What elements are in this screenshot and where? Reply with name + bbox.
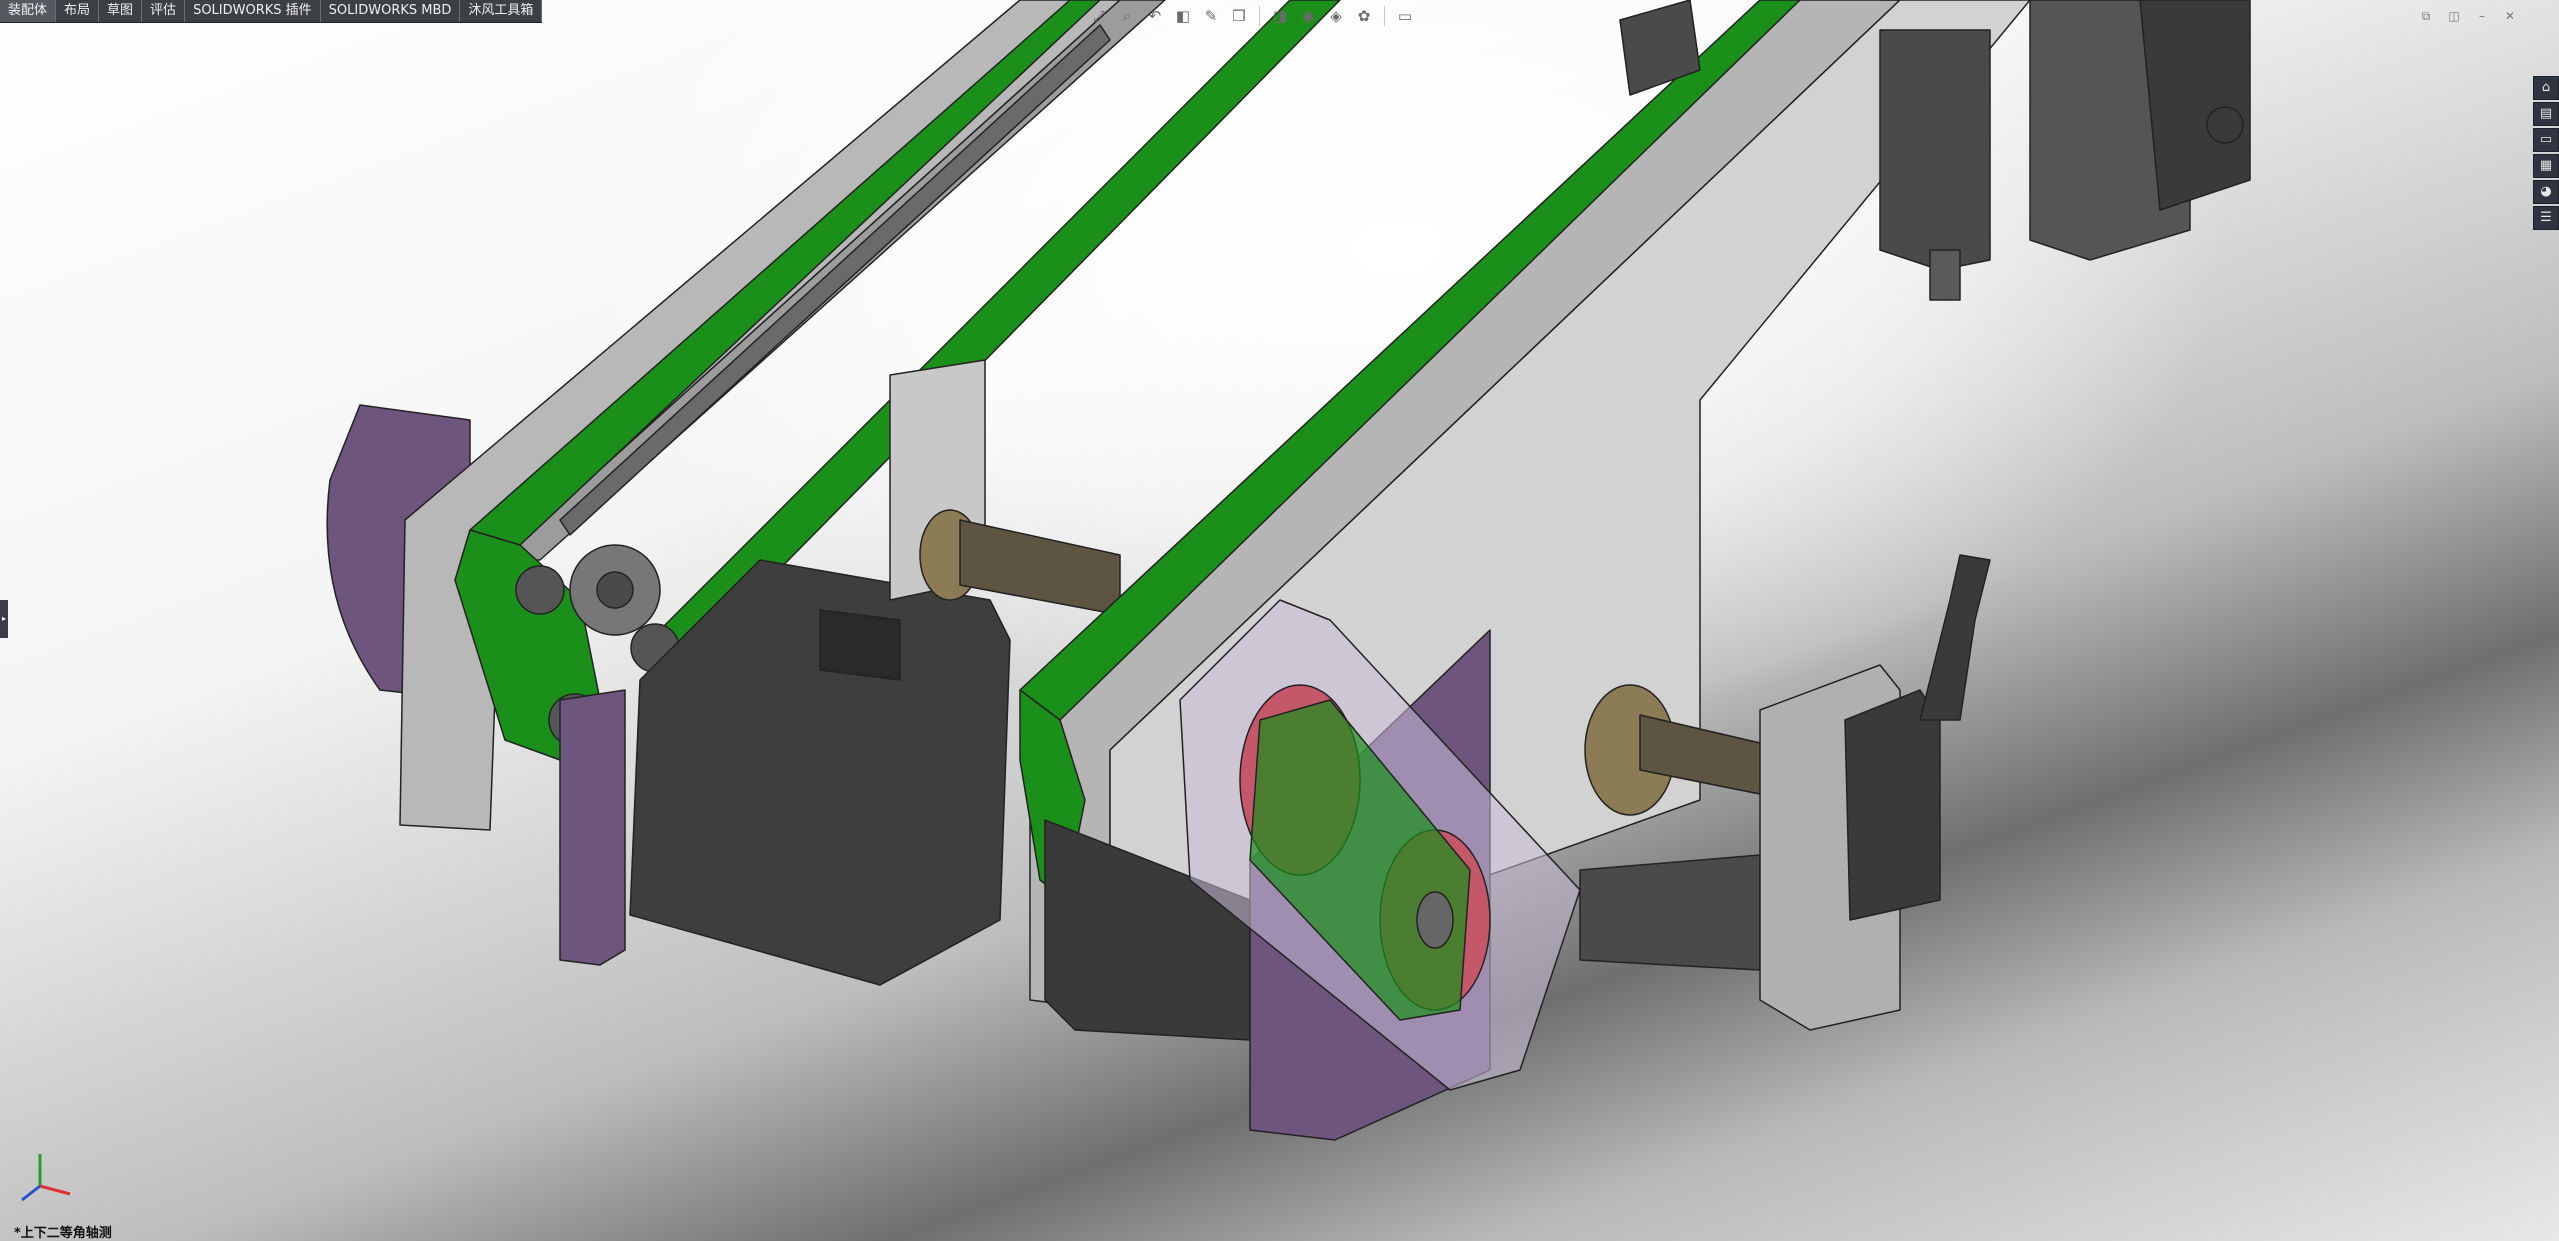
left-belt-upper[interactable] <box>469 0 1101 546</box>
tab-assembly[interactable]: 装配体 <box>0 0 57 22</box>
zoom-area-icon[interactable]: ⌕ <box>1116 5 1138 27</box>
tab-sketch[interactable]: 草图 <box>99 0 143 22</box>
close-icon[interactable]: ✕ <box>2501 8 2519 24</box>
motor-connector <box>819 609 901 681</box>
display-style-icon[interactable]: ◨ <box>1269 5 1291 27</box>
design-library-icon[interactable]: ▤ <box>2533 102 2559 126</box>
appearances-icon[interactable]: ◕ <box>2533 180 2559 204</box>
minimize-icon[interactable]: – <box>2473 8 2491 24</box>
view-palette-icon[interactable]: ▦ <box>2533 154 2559 178</box>
pneumatic-cylinder[interactable] <box>1879 29 1991 271</box>
current-view-label: *上下二等角轴测 <box>14 1226 112 1241</box>
pulley-bore <box>1416 891 1454 949</box>
dynamic-annotation-icon[interactable]: ✎ <box>1200 5 1222 27</box>
view-orientation-icon[interactable]: ❒ <box>1228 5 1250 27</box>
tab-mbd[interactable]: SOLIDWORKS MBD <box>321 0 461 22</box>
custom-properties-icon[interactable]: ☰ <box>2533 206 2559 230</box>
command-manager-tabs: 装配体 布局 草图 评估 SOLIDWORKS 插件 SOLIDWORKS MB… <box>0 0 543 23</box>
section-view-icon[interactable]: ◧ <box>1172 5 1194 27</box>
linear-guide[interactable] <box>1579 854 1761 971</box>
edit-appearance-icon[interactable]: ◈ <box>1325 5 1347 27</box>
z-axis <box>21 1184 41 1202</box>
cylinder-rod <box>1929 249 1961 301</box>
fitting <box>2206 106 2244 144</box>
toolbar-separator <box>1384 6 1385 26</box>
left-bracket[interactable] <box>559 689 626 966</box>
assembly-model[interactable] <box>0 0 2559 1241</box>
view-settings-icon[interactable]: ▭ <box>1394 5 1416 27</box>
feature-manager-expand-handle[interactable]: ▸ <box>0 600 8 638</box>
idler-roller[interactable] <box>515 565 565 615</box>
heads-up-view-toolbar: ⤢ ⌕ ↶ ◧ ✎ ❒ ◨ ◉ ◈ ✿ ▭ <box>1088 2 1416 30</box>
pulley-hub <box>596 571 634 609</box>
document-window-controls: ⧉ ◫ – ✕ <box>2417 8 2519 24</box>
home-icon[interactable]: ⌂ <box>2533 76 2559 100</box>
clamp-block[interactable] <box>1844 689 1941 921</box>
apply-scene-icon[interactable]: ✿ <box>1353 5 1375 27</box>
previous-view-icon[interactable]: ↶ <box>1144 5 1166 27</box>
tile-icon[interactable]: ◫ <box>2445 8 2463 24</box>
file-explorer-icon[interactable]: ▭ <box>2533 128 2559 152</box>
slide-body[interactable] <box>2139 0 2251 211</box>
tab-mufeng-toolbox[interactable]: 沐风工具箱 <box>460 0 543 22</box>
reference-triad <box>21 1154 71 1202</box>
x-axis <box>39 1184 71 1196</box>
zoom-to-fit-icon[interactable]: ⤢ <box>1088 5 1110 27</box>
task-pane: ⌂ ▤ ▭ ▦ ◕ ☰ <box>2533 76 2559 230</box>
restore-icon[interactable]: ⧉ <box>2417 8 2435 24</box>
tab-layout[interactable]: 布局 <box>56 0 100 22</box>
hide-show-items-icon[interactable]: ◉ <box>1297 5 1319 27</box>
toolbar-separator <box>1259 6 1260 26</box>
tab-evaluate[interactable]: 评估 <box>142 0 186 22</box>
graphics-area[interactable] <box>0 0 2559 1241</box>
clamp-lever[interactable] <box>1919 554 1991 721</box>
tab-addins[interactable]: SOLIDWORKS 插件 <box>185 0 321 22</box>
